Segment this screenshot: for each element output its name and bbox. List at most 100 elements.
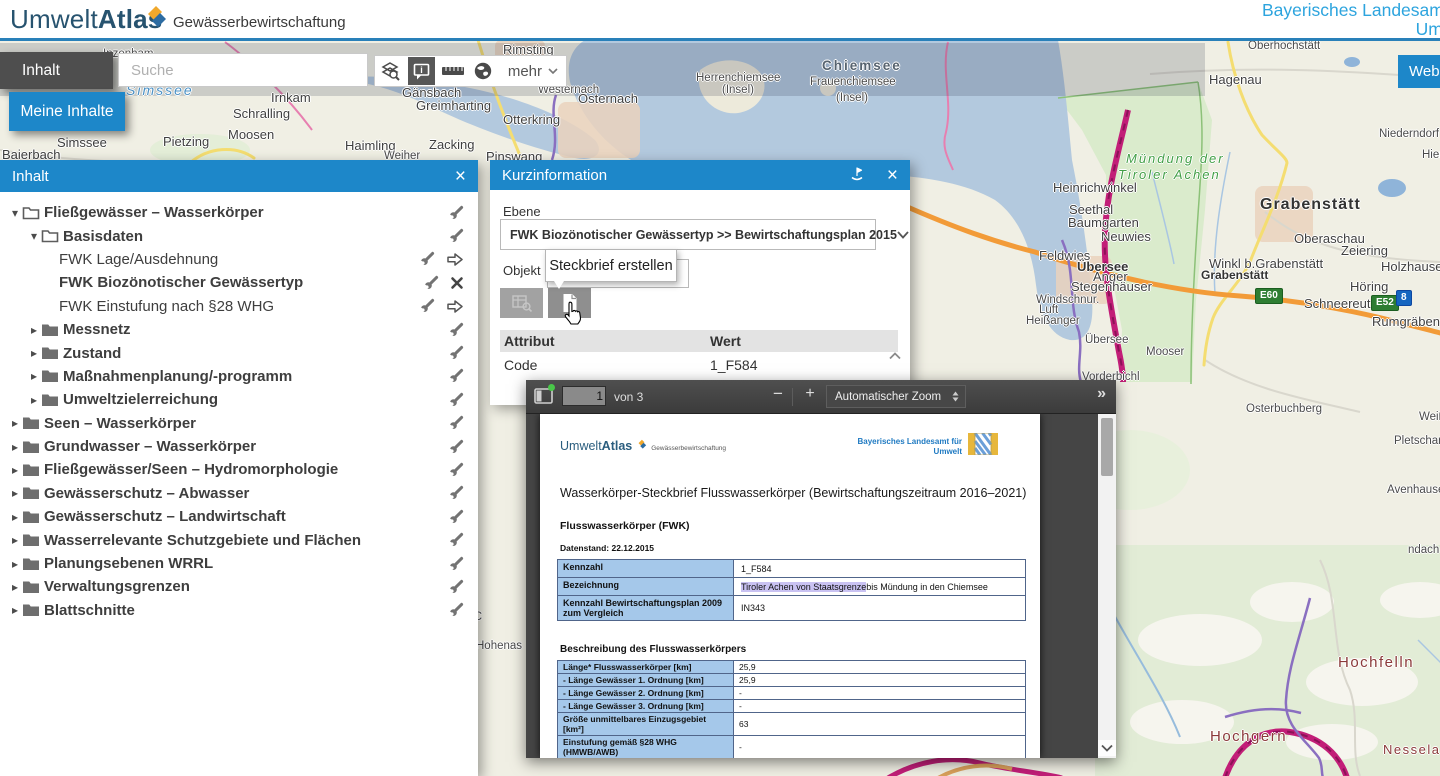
caret-open-icon[interactable]: ▾ bbox=[8, 206, 22, 220]
pdf-page: UmweltAtlas Gewässerbewirtschaftung Baye… bbox=[540, 414, 1040, 758]
globe-icon[interactable] bbox=[468, 56, 498, 86]
tree-item-label: Zustand bbox=[63, 345, 121, 362]
wrench-icon[interactable] bbox=[448, 532, 464, 548]
close-icon[interactable]: × bbox=[887, 166, 898, 185]
tree-item[interactable]: ▾Basisdaten bbox=[0, 224, 478, 247]
close-icon[interactable]: × bbox=[455, 167, 466, 186]
tree-item[interactable]: FWK Lage/Ausdehnung bbox=[0, 248, 478, 271]
tree-item[interactable]: ▸Blattschnitte bbox=[0, 599, 478, 622]
pdf-zoom-in-button[interactable]: + bbox=[800, 385, 820, 403]
wrench-icon[interactable] bbox=[419, 298, 435, 314]
tree-item[interactable]: ▸Gewässerschutz – Landwirtschaft bbox=[0, 505, 478, 528]
wrench-icon[interactable] bbox=[448, 485, 464, 501]
tree-item[interactable]: ▸Messnetz bbox=[0, 318, 478, 341]
zoom-to-layer-icon[interactable] bbox=[446, 252, 464, 267]
measure-ruler-icon[interactable] bbox=[438, 56, 468, 86]
caret-open-icon[interactable]: ▾ bbox=[27, 229, 41, 243]
pdf-scrollbar-thumb[interactable] bbox=[1101, 418, 1113, 476]
folder-closed-icon bbox=[22, 440, 40, 454]
caret-closed-icon[interactable]: ▸ bbox=[8, 603, 22, 617]
zoom-to-object-button[interactable] bbox=[500, 288, 543, 318]
webkarten-panel-button[interactable]: Webkarten bbox=[1398, 55, 1440, 88]
wrench-icon[interactable] bbox=[423, 275, 439, 291]
tree-item[interactable]: ▸Verwaltungsgrenzen bbox=[0, 575, 478, 598]
caret-closed-icon[interactable]: ▸ bbox=[8, 533, 22, 547]
create-steckbrief-button[interactable] bbox=[548, 288, 591, 318]
map-label: Stegenhäuser bbox=[1071, 279, 1152, 294]
tree-item[interactable]: FWK Einstufung nach §28 WHG bbox=[0, 295, 478, 318]
caret-closed-icon[interactable]: ▸ bbox=[8, 416, 22, 430]
pdf-zoom-select[interactable]: Automatischer Zoom bbox=[826, 385, 966, 408]
folder-closed-icon bbox=[22, 486, 40, 500]
tree-item[interactable]: ▸Gewässerschutz – Abwasser bbox=[0, 482, 478, 505]
map-label: Otterkring bbox=[503, 112, 560, 127]
map-label: Moosen bbox=[228, 127, 274, 142]
wrench-icon[interactable] bbox=[448, 462, 464, 478]
wrench-icon[interactable] bbox=[448, 602, 464, 618]
tree-item[interactable]: FWK Biozönotischer Gewässertyp bbox=[0, 271, 478, 294]
kurzinformation-title: Kurzinformation bbox=[502, 167, 607, 184]
wrench-icon[interactable] bbox=[448, 509, 464, 525]
map-label: Avenhausen bbox=[1387, 484, 1440, 496]
inhalt-tab-button[interactable]: Inhalt bbox=[0, 52, 113, 89]
wrench-icon[interactable] bbox=[448, 345, 464, 361]
pdf-page-input[interactable] bbox=[562, 386, 606, 406]
caret-closed-icon[interactable]: ▸ bbox=[8, 486, 22, 500]
caret-closed-icon[interactable]: ▸ bbox=[27, 346, 41, 360]
tree-item[interactable]: ▸Maßnahmenplanung/-programm bbox=[0, 365, 478, 388]
caret-closed-icon[interactable]: ▸ bbox=[27, 323, 41, 337]
ebene-select[interactable]: FWK Biozönotischer Gewässertyp >> Bewirt… bbox=[500, 219, 876, 250]
zoom-to-layer-icon[interactable] bbox=[446, 299, 464, 314]
remove-layer-icon[interactable] bbox=[450, 276, 464, 290]
export-icon[interactable] bbox=[849, 165, 865, 185]
caret-closed-icon[interactable]: ▸ bbox=[8, 463, 22, 477]
app-logo: UmweltAtlas bbox=[10, 4, 162, 35]
pdf-zoom-out-button[interactable]: − bbox=[768, 384, 788, 404]
tree-item[interactable]: ▸ Zustand bbox=[0, 341, 478, 364]
tree-item[interactable]: ▾Fließgewässer – Wasserkörper bbox=[0, 201, 478, 224]
scroll-up-icon bbox=[889, 352, 901, 360]
wrench-icon[interactable] bbox=[448, 322, 464, 338]
tree-item[interactable]: ▸Grundwasser – Wasserkörper bbox=[0, 435, 478, 458]
map-label: Grabenstätt bbox=[1201, 268, 1268, 282]
search-input[interactable] bbox=[119, 54, 367, 86]
tree-item[interactable]: ▸Wasserrelevante Schutzgebiete und Fläch… bbox=[0, 528, 478, 551]
pdf-doc-section2: Beschreibung des Flusswasserkörpers bbox=[560, 644, 746, 655]
pdf-more-tools-button[interactable]: » bbox=[1097, 385, 1106, 403]
wrench-icon[interactable] bbox=[448, 392, 464, 408]
folder-closed-icon bbox=[22, 603, 40, 617]
caret-closed-icon[interactable]: ▸ bbox=[27, 393, 41, 407]
wrench-icon[interactable] bbox=[448, 439, 464, 455]
pdf-doc-section1: Flusswasserkörper (FWK) bbox=[560, 520, 690, 532]
caret-closed-icon[interactable]: ▸ bbox=[8, 510, 22, 524]
tree-item[interactable]: ▸Fließgewässer/Seen – Hydromorphologie bbox=[0, 458, 478, 481]
wrench-icon[interactable] bbox=[448, 368, 464, 384]
meine-inhalte-tab-button[interactable]: Meine Inhalte bbox=[9, 92, 125, 131]
pdf-viewer: von 3 − + Automatischer Zoom » UmweltAtl… bbox=[526, 380, 1116, 758]
wrench-icon[interactable] bbox=[448, 228, 464, 244]
search-box[interactable] bbox=[118, 53, 368, 87]
pdf-table-row: Kennzahl Bewirtschaftungsplan 2009 zum V… bbox=[558, 596, 1026, 621]
inhalt-panel-header: Inhalt × bbox=[0, 160, 478, 192]
wrench-icon[interactable] bbox=[448, 556, 464, 572]
caret-closed-icon[interactable]: ▸ bbox=[8, 440, 22, 454]
caret-closed-icon[interactable]: ▸ bbox=[8, 580, 22, 594]
caret-closed-icon[interactable]: ▸ bbox=[8, 557, 22, 571]
tree-item[interactable]: ▸Seen – Wasserkörper bbox=[0, 412, 478, 435]
wrench-icon[interactable] bbox=[448, 415, 464, 431]
info-bubble-icon[interactable]: i bbox=[408, 57, 436, 85]
caret-closed-icon[interactable]: ▸ bbox=[27, 369, 41, 383]
mehr-menu-button[interactable]: mehr bbox=[498, 56, 566, 86]
pdf-scroll-down-button[interactable] bbox=[1098, 740, 1116, 756]
objekt-label: Objekt bbox=[503, 263, 541, 278]
tree-item[interactable]: ▸Planungsebenen WRRL bbox=[0, 552, 478, 575]
map-label: Übersee bbox=[1085, 334, 1128, 346]
identify-layers-icon[interactable] bbox=[375, 56, 405, 86]
tree-item[interactable]: ▸Umweltzielerreichung bbox=[0, 388, 478, 411]
pdf-content-area[interactable]: UmweltAtlas Gewässerbewirtschaftung Baye… bbox=[526, 414, 1116, 758]
pdf-scrollbar[interactable] bbox=[1098, 414, 1116, 758]
wrench-icon[interactable] bbox=[448, 579, 464, 595]
wrench-icon[interactable] bbox=[448, 205, 464, 221]
wrench-icon[interactable] bbox=[419, 251, 435, 267]
map-label: Mündung der bbox=[1126, 151, 1225, 166]
